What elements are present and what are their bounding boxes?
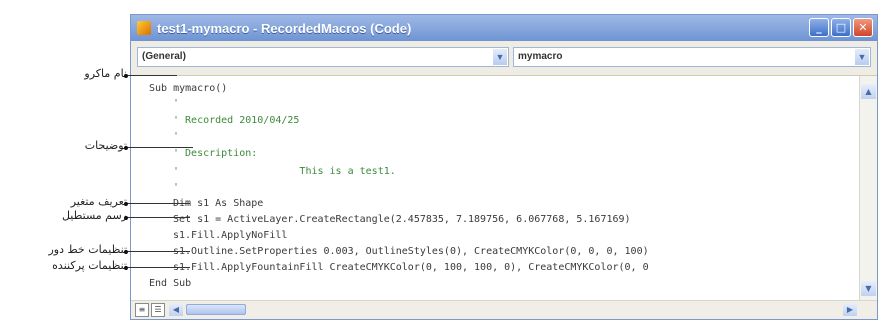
object-dropdown[interactable]: (General) ▼	[137, 47, 509, 67]
annotation-macro-name: نام ماکرو	[84, 67, 127, 80]
code-line-sub: Sub mymacro()	[149, 83, 228, 94]
procedure-view-icon[interactable]: ≡	[135, 303, 149, 317]
annotation-dot	[124, 249, 128, 254]
maximize-button[interactable]: □	[831, 18, 851, 37]
annotation-comments: توضیحات	[84, 139, 127, 152]
window-title: test1-mymacro - RecordedMacros (Code)	[157, 20, 412, 36]
annotation-draw-rectangle: رسم مستطیل	[61, 209, 127, 222]
title-bar[interactable]: test1-mymacro - RecordedMacros (Code) _ …	[131, 15, 877, 41]
annotation-connector	[127, 147, 193, 148]
vba-code-icon	[137, 21, 151, 35]
annotation-connector	[127, 203, 190, 204]
code-editor[interactable]: Sub mymacro() ' ' Recorded 2010/04/25 ' …	[131, 76, 859, 302]
code-line-comment: '	[173, 182, 180, 193]
horizontal-scrollbar[interactable]: ≡ ☰ ◀ ▶	[131, 300, 877, 319]
code-line-comment: '	[173, 98, 180, 109]
close-button[interactable]: ✕	[853, 18, 873, 37]
code-window: test1-mymacro - RecordedMacros (Code) _ …	[130, 14, 878, 320]
module-view-icon[interactable]: ☰	[151, 303, 165, 317]
procedure-dropdown[interactable]: mymacro ▼	[513, 47, 871, 67]
minimize-button[interactable]: _	[809, 18, 829, 37]
annotation-dot	[124, 145, 128, 150]
code-line-description-text: ' This is a test1.	[173, 166, 396, 177]
chevron-down-icon[interactable]: ▼	[493, 49, 507, 65]
code-line-description: ' Description:	[173, 148, 258, 159]
code-line-set: Set s1 = ActiveLayer.CreateRectangle(2.4…	[173, 214, 631, 225]
code-line-fountain: s1.Fill.ApplyFountainFill CreateCMYKColo…	[173, 262, 649, 273]
scroll-right-icon[interactable]: ▶	[843, 303, 857, 316]
annotation-dot	[124, 73, 128, 78]
scroll-thumb[interactable]	[186, 304, 246, 315]
annotation-connector	[127, 75, 177, 76]
annotation-dot	[124, 215, 128, 220]
scroll-down-icon[interactable]: ▼	[861, 281, 876, 296]
vertical-scrollbar[interactable]: ▲ ▼	[859, 76, 877, 302]
chevron-down-icon[interactable]: ▼	[855, 49, 869, 65]
scroll-up-icon[interactable]: ▲	[861, 84, 876, 99]
object-dropdown-value: (General)	[142, 51, 186, 62]
annotation-dot	[124, 265, 128, 270]
code-line-comment: '	[173, 131, 180, 142]
scroll-left-icon[interactable]: ◀	[169, 303, 183, 316]
annotation-dot	[124, 201, 128, 206]
code-line-nofill: s1.Fill.ApplyNoFill	[173, 230, 288, 241]
annotation-outline-settings: تنظیمات خط دور	[48, 243, 127, 256]
annotation-connector	[127, 267, 190, 268]
window-controls: _ □ ✕	[809, 18, 873, 37]
annotation-variable-definition: تعریف متغیر	[70, 195, 127, 208]
code-line-recorded: ' Recorded 2010/04/25	[173, 115, 300, 126]
dropdown-bar: (General) ▼ mymacro ▼	[131, 41, 877, 76]
procedure-dropdown-value: mymacro	[518, 51, 563, 62]
annotation-connector	[127, 217, 190, 218]
code-line-end-sub: End Sub	[149, 278, 192, 289]
code-line-outline: s1.Outline.SetProperties 0.003, OutlineS…	[173, 246, 649, 257]
annotation-fill-settings: تنظیمات پرکننده	[52, 259, 127, 272]
annotation-connector	[127, 251, 190, 252]
